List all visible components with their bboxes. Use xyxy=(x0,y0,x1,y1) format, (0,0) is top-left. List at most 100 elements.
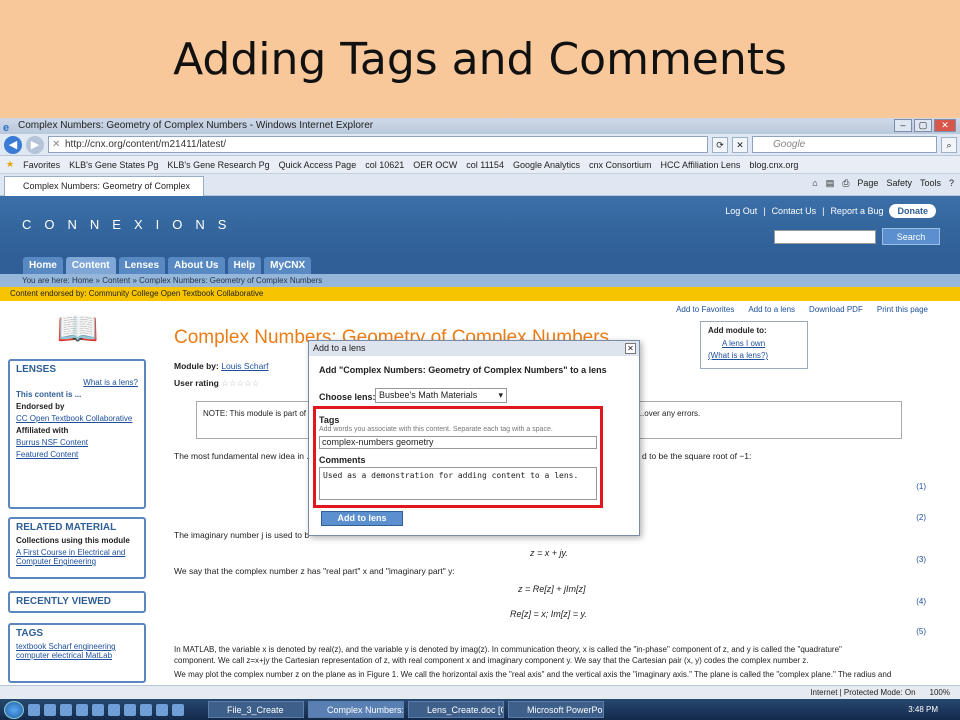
tab-home[interactable]: Home xyxy=(23,257,63,274)
close-icon[interactable]: ✕ xyxy=(625,343,636,354)
quicklaunch-icon[interactable] xyxy=(28,703,40,716)
paragraph: d to be the square root of −1: xyxy=(642,451,752,461)
recent-title: RECENTLY VIEWED xyxy=(16,596,112,607)
cnx-search-input[interactable] xyxy=(774,230,876,244)
tag-list[interactable]: textbook Scharf engineering computer ele… xyxy=(16,642,138,660)
print-page-link[interactable]: Print this page xyxy=(877,305,928,314)
affiliation-link[interactable]: Burrus NSF Content xyxy=(16,438,88,447)
tab-bar: Complex Numbers: Geometry of Complex Num… xyxy=(0,174,960,209)
paragraph: We say that the complex number z has "re… xyxy=(174,566,455,576)
zone-status: Internet | Protected Mode: On xyxy=(810,688,916,697)
affiliation-link[interactable]: Featured Content xyxy=(16,450,78,459)
start-button[interactable] xyxy=(4,700,24,719)
quicklaunch-icon[interactable] xyxy=(44,703,56,716)
favorite-link[interactable]: col 10621 xyxy=(365,160,404,170)
home-icon[interactable]: ⌂ xyxy=(812,178,817,189)
tab-about[interactable]: About Us xyxy=(168,257,225,274)
quicklaunch-icon[interactable] xyxy=(156,703,168,716)
favorite-link[interactable]: Google Analytics xyxy=(513,160,580,170)
favorite-link[interactable]: OER OCW xyxy=(413,160,457,170)
tags-box: TAGS textbook Scharf engineering compute… xyxy=(8,623,146,683)
what-is-lens-link-2[interactable]: (What is a lens?) xyxy=(708,351,800,360)
help-icon[interactable]: ? xyxy=(949,178,954,189)
favorite-link[interactable]: Quick Access Page xyxy=(279,160,357,170)
quicklaunch-icon[interactable] xyxy=(140,703,152,716)
browser-tab[interactable]: Complex Numbers: Geometry of Complex Num… xyxy=(4,175,204,209)
page-menu[interactable]: Page xyxy=(857,178,878,189)
favorites-bar: ★ Favorites KLB's Gene States Pg KLB's G… xyxy=(0,156,960,174)
favorite-link[interactable]: KLB's Gene States Pg xyxy=(69,160,158,170)
logout-link[interactable]: Log Out xyxy=(725,206,757,216)
favorite-link[interactable]: cnx Consortium xyxy=(589,160,652,170)
rating-stars-icon[interactable]: ☆☆☆☆☆ xyxy=(221,378,259,388)
stop-icon[interactable]: ✕ xyxy=(732,136,748,153)
collection-link[interactable]: A First Course in Electrical and Compute… xyxy=(16,548,125,566)
add-module-label: Add module to: xyxy=(708,326,767,335)
comments-label: Comments xyxy=(319,455,366,465)
endorser-link[interactable]: CC Open Textbook Collaborative xyxy=(16,414,132,423)
quicklaunch-icon[interactable] xyxy=(60,703,72,716)
donate-button[interactable]: Donate xyxy=(889,204,936,218)
book-logo-icon: 📖 xyxy=(56,310,100,348)
print-icon[interactable]: ⎙ xyxy=(842,178,849,189)
collections-label: Collections using this module xyxy=(16,536,130,545)
feeds-icon[interactable]: ▤ xyxy=(826,178,835,189)
tab-help[interactable]: Help xyxy=(227,257,262,274)
maximize-button[interactable]: ▢ xyxy=(914,119,932,132)
contact-link[interactable]: Contact Us xyxy=(772,206,817,216)
quicklaunch-icon[interactable] xyxy=(172,703,184,716)
equation-number: (3) xyxy=(916,555,926,564)
favorite-link[interactable]: col 11154 xyxy=(466,160,504,170)
download-pdf-link[interactable]: Download PDF xyxy=(809,305,863,314)
minimize-button[interactable]: – xyxy=(894,119,912,132)
add-lens-link[interactable]: Add to a lens xyxy=(748,305,795,314)
what-is-lens-link[interactable]: What is a lens? xyxy=(83,378,138,387)
affiliated-label: Affiliated with xyxy=(16,426,69,435)
equation: Re[z] = x; Im[z] = y. xyxy=(510,609,587,619)
url-input[interactable]: ✕ http://cnx.org/content/m21411/latest/ xyxy=(48,136,708,153)
quicklaunch-icon[interactable] xyxy=(92,703,104,716)
tags-hint: Add words you associate with this conten… xyxy=(319,426,553,433)
tab-mycnx[interactable]: MyCNX xyxy=(264,257,312,274)
quicklaunch-icon[interactable] xyxy=(108,703,120,716)
paragraph: The most fundamental new idea in ... xyxy=(174,451,314,461)
back-button[interactable]: ◀ xyxy=(4,135,22,154)
search-input[interactable]: Google xyxy=(752,136,937,153)
taskbar-item[interactable]: File_3_Create xyxy=(208,701,304,718)
report-bug-link[interactable]: Report a Bug xyxy=(830,206,883,216)
close-window-button[interactable]: ✕ xyxy=(934,119,956,132)
search-icon[interactable]: ⌕ xyxy=(941,136,957,153)
tab-content[interactable]: Content xyxy=(65,257,116,274)
recently-viewed-box[interactable]: RECENTLY VIEWED xyxy=(8,591,146,613)
page-icon: ✕ xyxy=(52,139,61,150)
window-title: Complex Numbers: Geometry of Complex Num… xyxy=(18,120,374,131)
comments-textarea[interactable]: Used as a demonstration for adding conte… xyxy=(319,467,597,500)
lenses-box: LENSES What is a lens? This content is .… xyxy=(8,359,146,509)
quicklaunch-icon[interactable] xyxy=(124,703,136,716)
quicklaunch-icon[interactable] xyxy=(76,703,88,716)
zoom-level[interactable]: 100% xyxy=(930,686,950,699)
taskbar-item[interactable]: Complex Numbers: ... xyxy=(308,701,404,718)
dialog-head-label: Add to a lens xyxy=(313,343,366,353)
taskbar-item[interactable]: Microsoft PowerPoi... xyxy=(508,701,604,718)
lens-i-own-link[interactable]: A lens I own xyxy=(708,339,800,348)
author-link[interactable]: Louis Scharf xyxy=(221,361,268,371)
cnx-search-button[interactable]: Search xyxy=(882,228,940,245)
taskbar-item[interactable]: Lens_Create.doc [C... xyxy=(408,701,504,718)
tags-input[interactable]: complex-numbers geometry xyxy=(319,436,597,449)
refresh-icon[interactable]: ⟳ xyxy=(712,136,728,153)
add-to-lens-button[interactable]: Add to lens xyxy=(321,511,403,526)
tab-lenses[interactable]: Lenses xyxy=(118,257,166,274)
favorites-button[interactable]: Favorites xyxy=(23,160,60,170)
tools-menu[interactable]: Tools xyxy=(920,178,941,189)
tags-title: TAGS xyxy=(16,628,44,639)
favorite-link[interactable]: HCC Affiliation Lens xyxy=(661,160,741,170)
forward-button[interactable]: ▶ xyxy=(26,135,44,154)
add-favorites-link[interactable]: Add to Favorites xyxy=(676,305,734,314)
favorite-link[interactable]: blog.cnx.org xyxy=(749,160,798,170)
clock[interactable]: 3:48 PM xyxy=(908,705,938,714)
favorite-link[interactable]: KLB's Gene Research Pg xyxy=(167,160,269,170)
lens-select[interactable]: Busbee's Math Materials ▾ xyxy=(375,388,507,403)
safety-menu[interactable]: Safety xyxy=(886,178,912,189)
cnx-logo[interactable]: CONNEXIONS xyxy=(22,217,239,232)
